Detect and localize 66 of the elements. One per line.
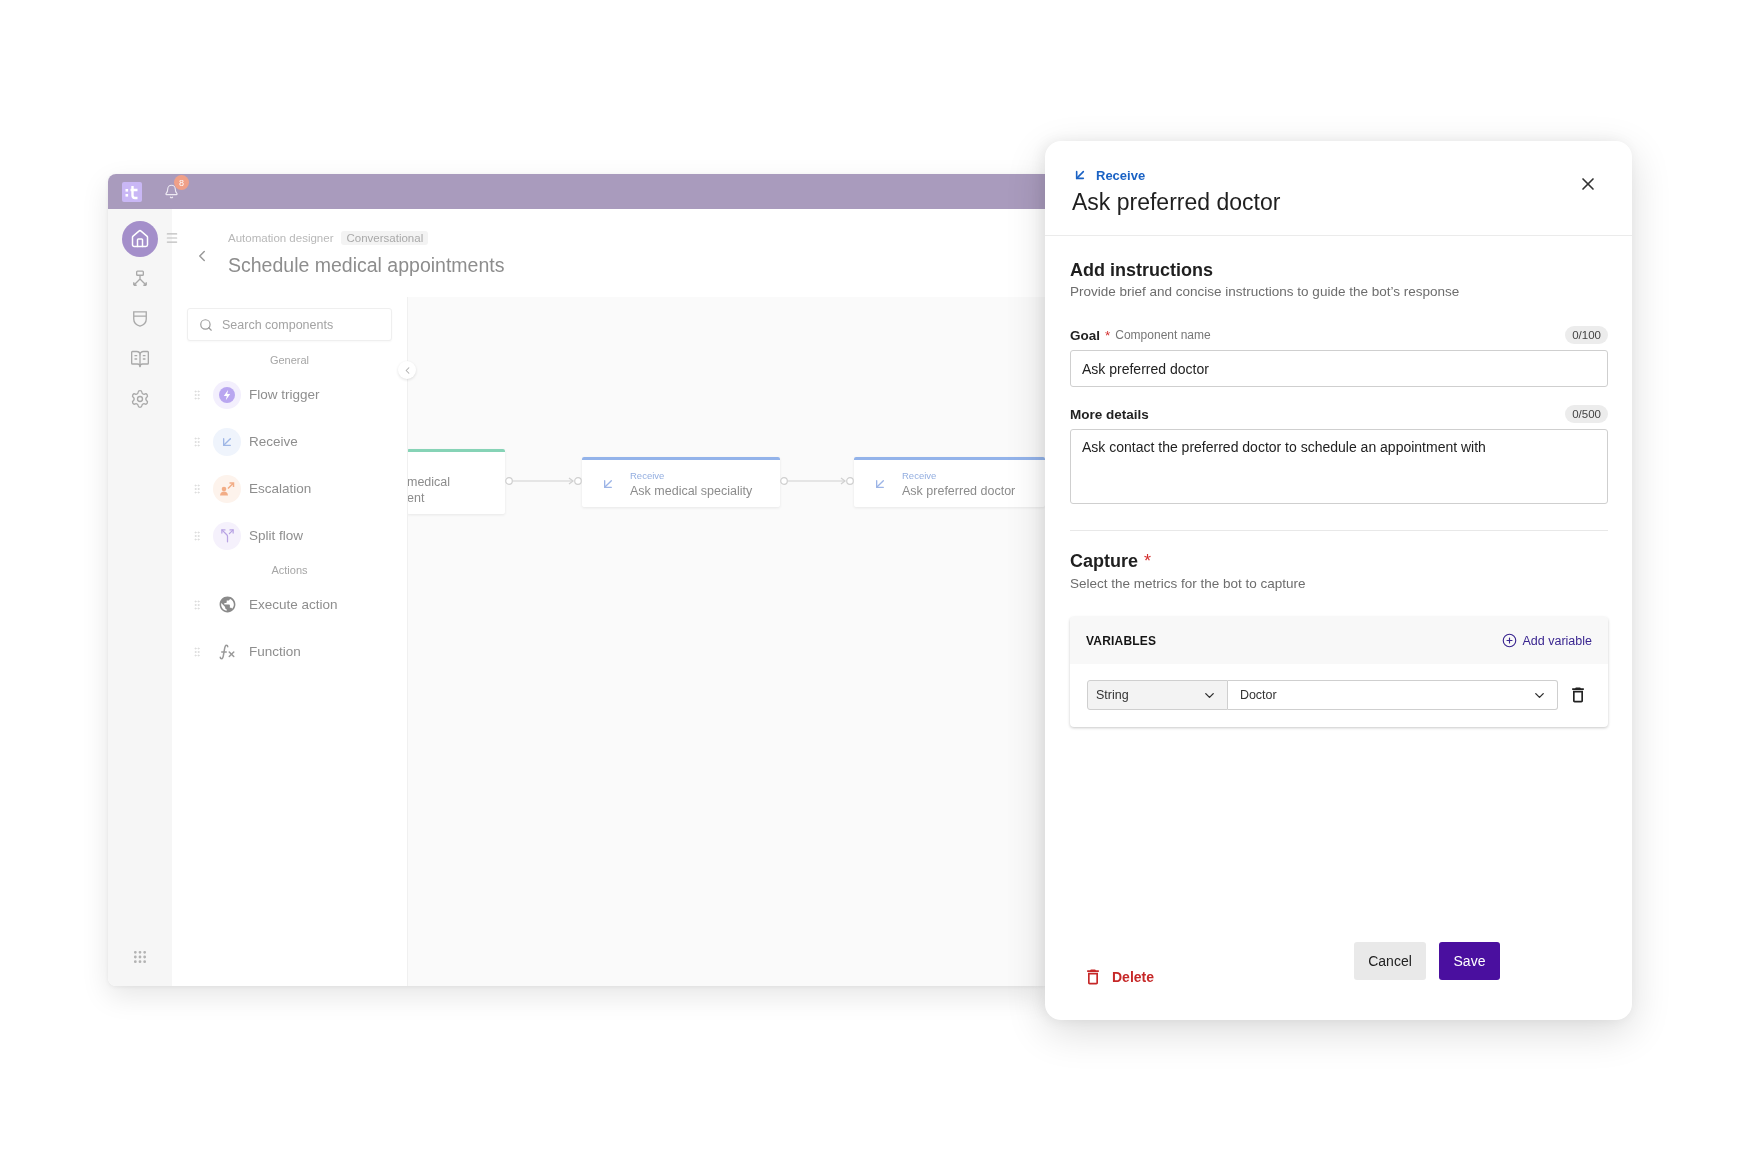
component-label[interactable]: Function [249,644,301,659]
notification-badge: 8 [174,175,189,190]
goal-input-field[interactable]: Ask preferred doctor [1070,350,1608,387]
character-counter: 0/100 [1565,326,1608,344]
save-button[interactable]: Save [1439,942,1500,980]
node-type-label: Receive [1096,167,1146,183]
component-label[interactable]: Split flow [249,528,304,543]
card-title: VARIABLES [1086,633,1157,648]
node-title: Ask medical speciality [630,483,753,498]
type-select[interactable]: String [1087,680,1228,710]
component-label[interactable]: Escalation [249,481,312,496]
split-icon [213,521,241,550]
panel-title: Ask preferred doctor [1072,188,1281,217]
flow-node[interactable]: Receive Ask medical speciality [582,457,780,507]
required-mark: * [1144,550,1152,572]
drag-handle-icon[interactable] [191,645,203,658]
group-heading: Actions [271,564,308,576]
search-field[interactable]: Search components [187,308,392,341]
field-label: Goal [1070,327,1100,343]
drag-handle-icon[interactable] [191,435,203,448]
delete-button[interactable]: Delete [1079,965,1159,989]
character-counter: 0/500 [1565,405,1608,423]
page-title: Schedule medical appointments [228,253,505,278]
field-label: More details [1070,406,1149,422]
arrow-down-left-icon [213,427,241,456]
variable-select[interactable]: Doctor [1227,680,1558,710]
node-type-label: Receive [630,469,665,481]
node-title: ent [407,490,425,506]
bell-icon[interactable] [164,184,179,199]
settings-icon [130,389,150,409]
node-title: Ask preferred doctor [902,483,1016,498]
drag-handle-icon[interactable] [191,529,203,542]
node-type-label: Receive [902,469,937,481]
collapse-button[interactable] [398,361,416,379]
component-label[interactable]: Receive [249,434,298,449]
node-title: medical [407,474,451,490]
drag-handle-icon[interactable] [191,388,203,401]
section-heading: Capture [1070,550,1138,572]
cancel-button[interactable]: Cancel [1354,942,1426,980]
add-variable-button[interactable]: Add variable [1501,633,1592,648]
group-heading: General [269,354,310,366]
flow-node[interactable]: medical ent [407,449,505,514]
section-description: Provide brief and concise instructions to guide the bot’s response [1070,283,1460,301]
details-text-field[interactable]: Ask contact the preferred doctor to schedule an appointment with [1070,429,1608,504]
logo-icon [122,181,142,202]
home-icon [130,229,150,249]
component-label[interactable]: Execute action [249,597,338,612]
flow-node[interactable]: Receive Ask preferred doctor [854,457,1045,507]
book-icon [130,349,150,369]
breadcrumb-link[interactable]: Automation designer [228,232,334,244]
section-description: Select the metrics for the bot to capture [1070,575,1306,593]
menu-icon[interactable] [165,231,179,245]
breadcrumb-chip[interactable]: Conversational [341,231,429,245]
required-mark: * [1105,327,1111,343]
section-heading: Add instructions [1070,259,1213,281]
drag-handle-icon[interactable] [191,482,203,495]
field-hint: Component name [1115,328,1211,342]
shield-icon [130,309,150,329]
plus-circle-icon [1501,633,1517,648]
component-label[interactable]: Flow trigger [249,387,320,402]
nav-rail-button[interactable] [122,221,158,257]
search-icon [199,318,213,332]
apps-grid-icon[interactable] [132,949,148,965]
flow-diagram-icon [130,269,150,289]
lightning-icon [213,380,241,409]
drag-handle-icon[interactable] [191,598,203,611]
